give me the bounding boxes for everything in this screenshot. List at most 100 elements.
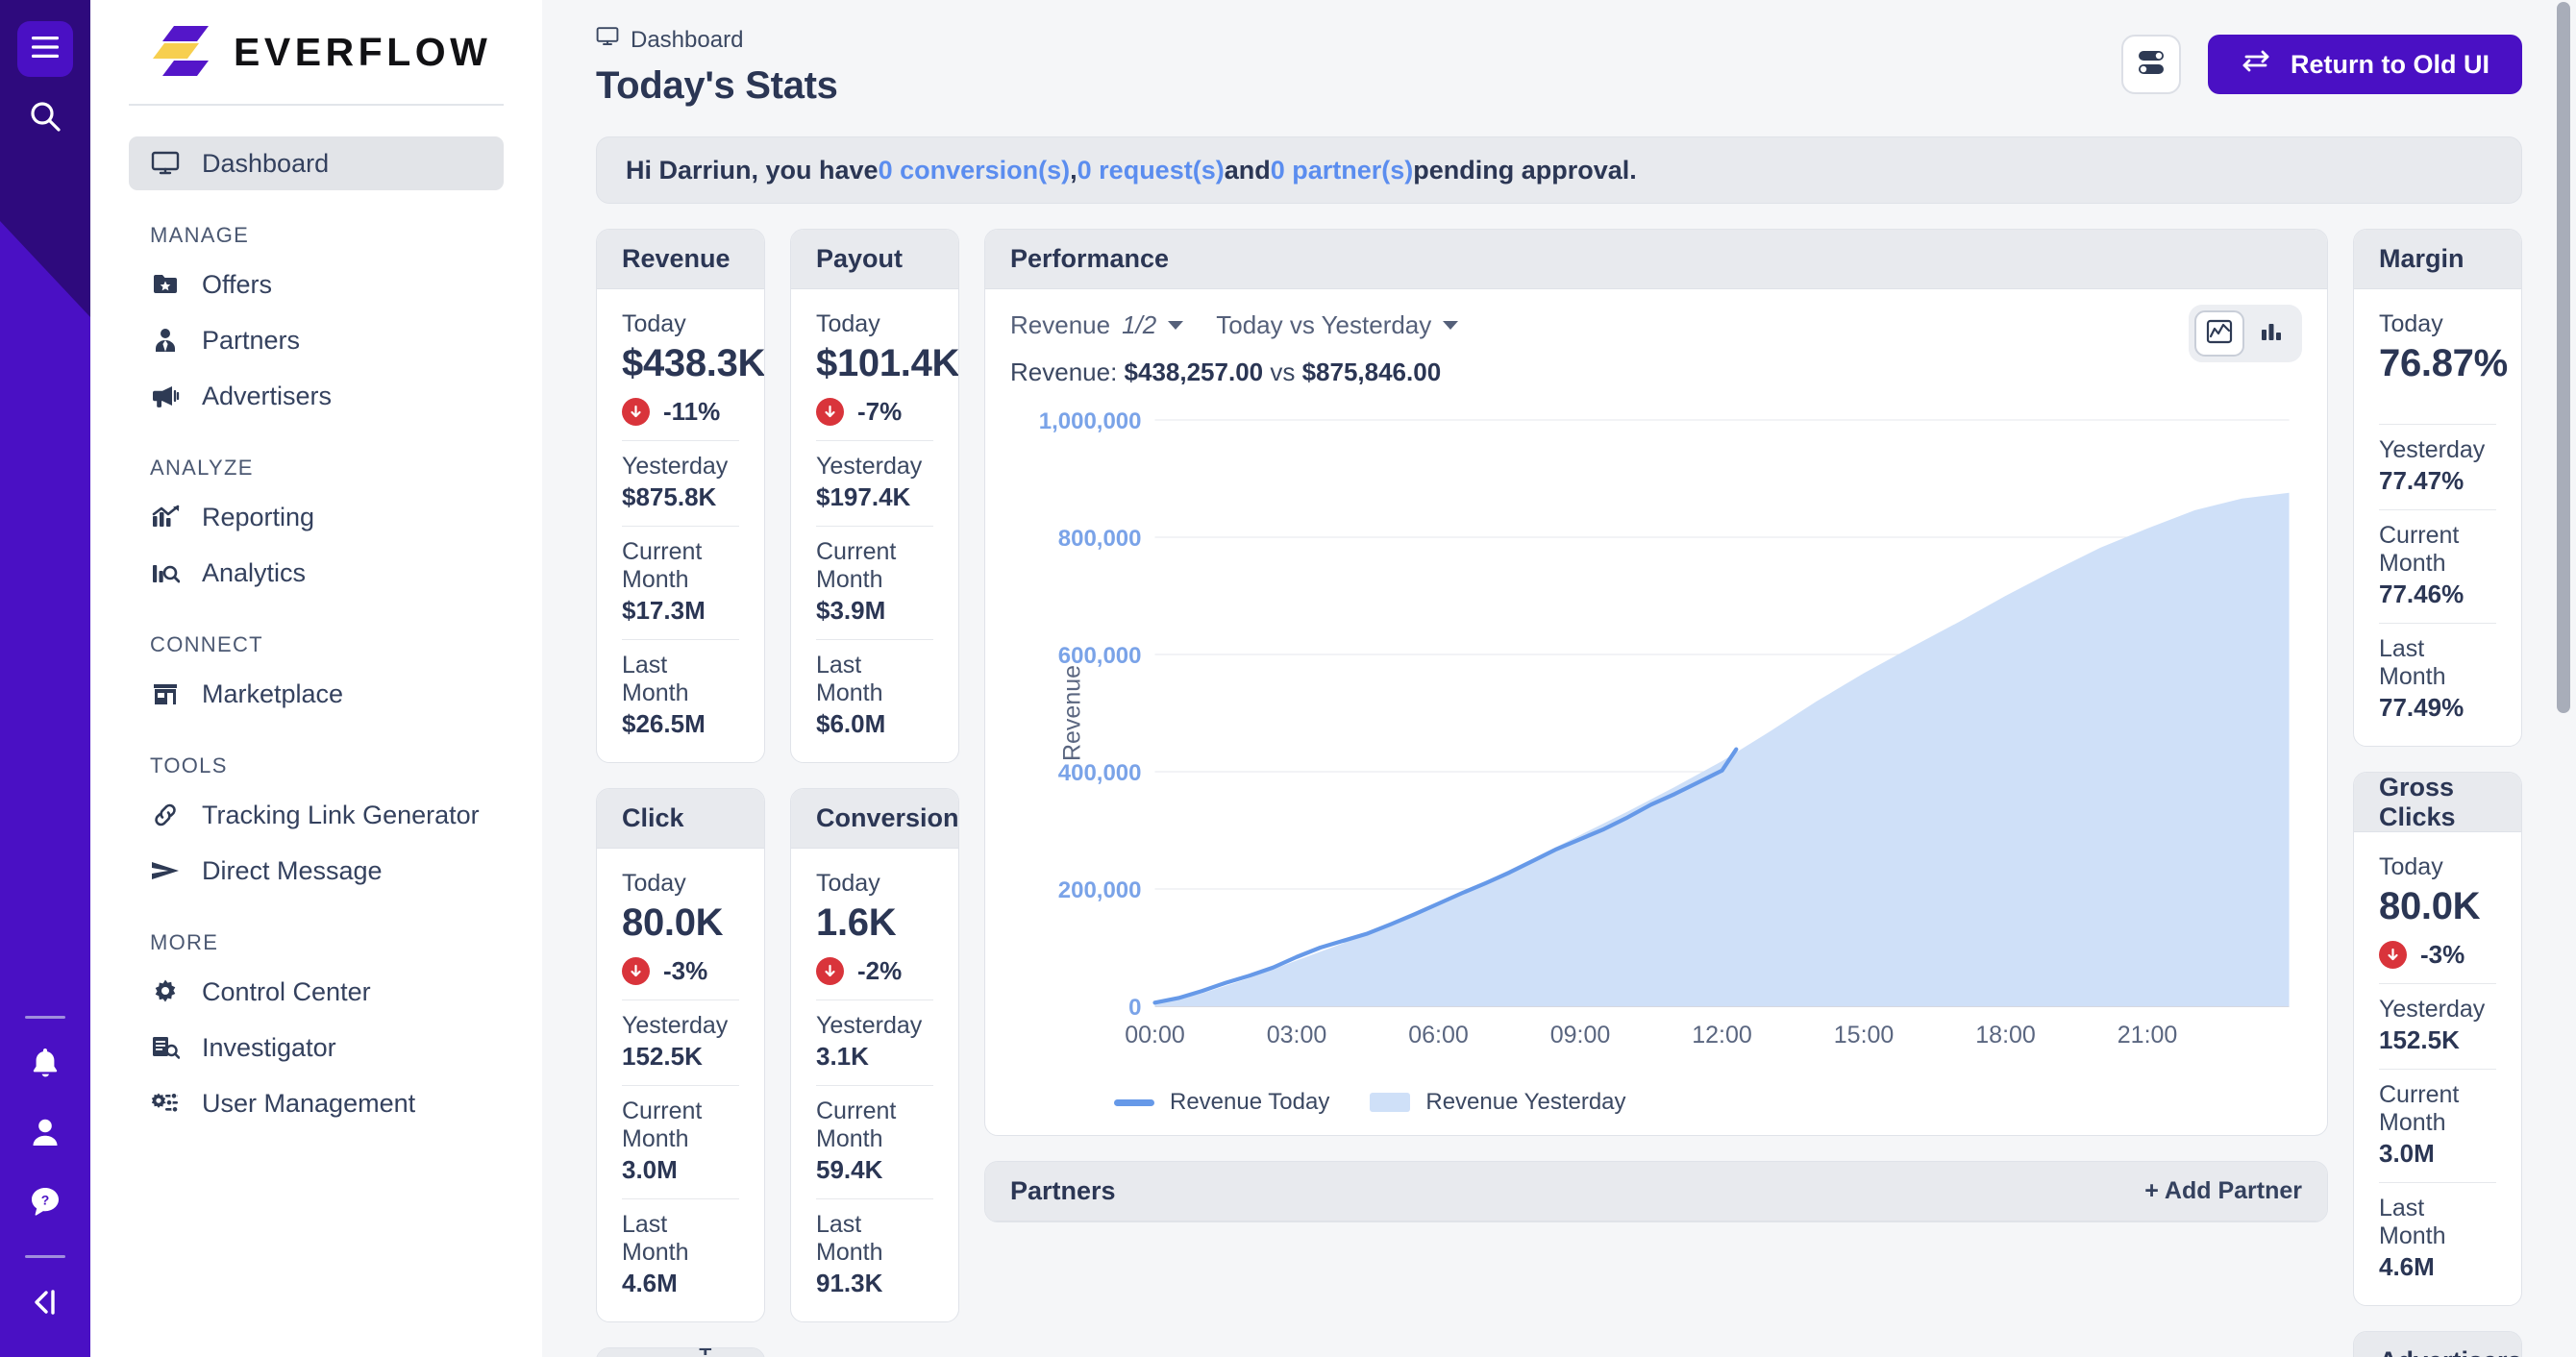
advertisers-panel-title: Advertisers [2379, 1346, 2521, 1357]
click-card: Click Today 80.0K -3% Yesterday 152.5K C… [596, 788, 765, 1322]
add-offer-button[interactable]: + Add Offer [699, 1348, 756, 1357]
payout-last-month-value: $6.0M [816, 709, 886, 738]
bar-chart-view-button[interactable] [2246, 310, 2296, 357]
app-root: ? EVERFLOW Dashboard MANAGE Offers Partn… [0, 0, 2576, 1357]
sidebar: EVERFLOW Dashboard MANAGE Offers Partner… [90, 0, 542, 1357]
sidebar-item-label: User Management [202, 1088, 416, 1118]
gross-clicks-yesterday-value: 152.5K [2379, 1025, 2460, 1054]
help-button[interactable]: ? [17, 1175, 73, 1231]
svg-text:15:00: 15:00 [1834, 1022, 1895, 1049]
revenue-card-title: Revenue [597, 230, 764, 289]
sidebar-item-label: Marketplace [202, 678, 344, 708]
sidebar-item-dashboard[interactable]: Dashboard [129, 136, 504, 190]
hamburger-menu-button[interactable] [17, 21, 73, 77]
link-icon [150, 801, 181, 829]
sidebar-item-analytics[interactable]: Analytics [129, 546, 504, 600]
banner-partners-link[interactable]: 0 partner(s) [1271, 156, 1414, 185]
conversion-current-month-value: 59.4K [816, 1155, 883, 1184]
icon-rail: ? [0, 0, 90, 1357]
banner-conversions-link[interactable]: 0 conversion(s) [879, 156, 1071, 185]
sidebar-item-label: Control Center [202, 976, 371, 1006]
notifications-button[interactable] [17, 1037, 73, 1093]
gross-clicks-last-month-value: 4.6M [2379, 1252, 2435, 1281]
last-month-label: Last Month [2379, 635, 2446, 690]
sidebar-item-user-management[interactable]: User Management [129, 1076, 504, 1130]
svg-text:?: ? [41, 1192, 50, 1207]
banner-sep2: and [1224, 155, 1271, 185]
account-button[interactable] [17, 1106, 73, 1162]
pending-approval-banner: Hi Darriun, you have 0 conversion(s) , 0… [596, 136, 2522, 204]
gross-clicks-delta: -3% [2379, 940, 2496, 970]
vertical-scrollbar[interactable] [2557, 2, 2570, 713]
current-month-label: Current Month [816, 1098, 897, 1152]
line-chart-view-button[interactable] [2194, 310, 2244, 357]
legend-line-swatch [1114, 1098, 1154, 1106]
sidebar-item-label: Dashboard [202, 148, 330, 178]
payout-card: Payout Today $101.4K -7% Yesterday $197.… [790, 229, 959, 763]
brand-logo[interactable]: EVERFLOW [129, 0, 504, 104]
last-month-label: Last Month [816, 652, 883, 706]
sidebar-item-label: Tracking Link Generator [202, 800, 480, 829]
revenue-current-month-value: $17.3M [622, 596, 706, 625]
toggles-icon [2136, 48, 2167, 82]
chart-view-toggle [2189, 305, 2302, 362]
monitor-icon [150, 149, 181, 178]
sidebar-item-investigator[interactable]: Investigator [129, 1021, 504, 1074]
sidebar-item-control-center[interactable]: Control Center [129, 965, 504, 1019]
today-label: Today [2379, 853, 2443, 880]
main-content: Dashboard Today's Stats Return to Old UI… [542, 0, 2576, 1357]
svg-text:Revenue: Revenue [1059, 665, 1086, 761]
banner-requests-link[interactable]: 0 request(s) [1077, 156, 1225, 185]
paper-plane-icon [150, 858, 181, 883]
collapse-sidebar-button[interactable] [17, 1276, 73, 1332]
arrow-down-icon [2379, 941, 2407, 969]
return-to-old-ui-button[interactable]: Return to Old UI [2208, 35, 2522, 94]
add-partner-button[interactable]: + Add Partner [2144, 1177, 2302, 1205]
margin-yesterday-value: 77.47% [2379, 466, 2465, 495]
sidebar-item-marketplace[interactable]: Marketplace [129, 667, 504, 721]
yesterday-label: Yesterday [622, 453, 729, 480]
yesterday-label: Yesterday [622, 1012, 729, 1039]
svg-text:400,000: 400,000 [1058, 760, 1142, 786]
margin-card-title: Margin [2354, 230, 2521, 289]
offers-panel: Offers + Add Offer [596, 1347, 765, 1357]
bar-search-icon [150, 559, 181, 586]
legend-item-yesterday[interactable]: Revenue Yesterday [1370, 1089, 1626, 1116]
click-today-value: 80.0K [622, 901, 724, 944]
metric-select[interactable]: Revenue 1/2 [1010, 310, 1184, 340]
search-button[interactable] [17, 90, 73, 146]
performance-chart[interactable]: 0 200,000 400,000 600,000 800,000 1,000,000 Re… [1010, 403, 2302, 1075]
brand-name: EVERFLOW [234, 29, 492, 74]
rail-divider-bottom [25, 1255, 65, 1258]
sidebar-item-advertisers[interactable]: Advertisers [129, 369, 504, 423]
last-month-label: Last Month [816, 1211, 883, 1266]
current-month-label: Current Month [2379, 1081, 2460, 1136]
display-settings-button[interactable] [2121, 35, 2182, 94]
click-yesterday-value: 152.5K [622, 1042, 703, 1071]
sidebar-group-manage: MANAGE [150, 223, 250, 247]
payout-card-title: Payout [791, 230, 958, 289]
sidebar-item-direct-message[interactable]: Direct Message [129, 844, 504, 898]
yesterday-label: Yesterday [2379, 436, 2486, 463]
sidebar-item-reporting[interactable]: Reporting [129, 490, 504, 544]
breadcrumb-label: Dashboard [631, 26, 744, 53]
payout-delta: -7% [816, 397, 933, 427]
hamburger-icon [31, 36, 60, 63]
breadcrumb[interactable]: Dashboard [596, 25, 838, 55]
conversion-today-value: 1.6K [816, 901, 897, 944]
sidebar-group-connect: CONNECT [150, 632, 263, 656]
sidebar-item-tracking-link-generator[interactable]: Tracking Link Generator [129, 788, 504, 842]
performance-card-title: Performance [985, 230, 2327, 289]
legend-item-today[interactable]: Revenue Today [1114, 1089, 1329, 1116]
legend-area-swatch [1370, 1093, 1411, 1112]
payout-today-value: $101.4K [816, 342, 959, 384]
today-label: Today [816, 870, 880, 897]
sidebar-item-partners[interactable]: Partners [129, 313, 504, 367]
sidebar-item-offers[interactable]: Offers [129, 258, 504, 311]
line-chart-icon [2206, 319, 2233, 349]
yesterday-label: Yesterday [816, 1012, 923, 1039]
last-month-label: Last Month [622, 1211, 689, 1266]
summary-yesterday-value: $875,846.00 [1301, 358, 1442, 386]
sidebar-group-more: MORE [150, 930, 219, 954]
range-select[interactable]: Today vs Yesterday [1216, 310, 1459, 340]
